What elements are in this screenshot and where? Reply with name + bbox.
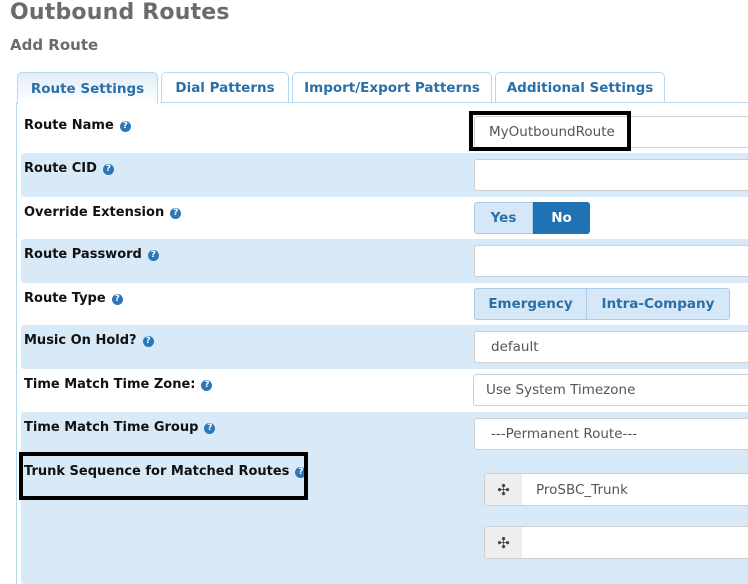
override-yes-button[interactable]: Yes — [474, 202, 533, 234]
route-password-label: Route Password? — [24, 247, 159, 262]
help-icon[interactable]: ? — [111, 294, 123, 305]
route-cid-input[interactable] — [474, 159, 748, 191]
trunk-select[interactable] — [522, 527, 536, 558]
time-group-label: Time Match Time Group? — [24, 420, 216, 435]
route-password-input[interactable] — [474, 245, 748, 277]
page-title: Outbound Routes — [10, 0, 230, 25]
route-type-buttons: Emergency Intra-Company — [474, 288, 730, 320]
override-extension-label: Override Extension? — [24, 205, 182, 220]
help-icon[interactable]: ? — [147, 250, 159, 261]
drag-handle-icon[interactable]: ✣ — [485, 527, 522, 558]
music-on-hold-row: Music On Hold?? default — [21, 325, 748, 369]
music-on-hold-select[interactable]: default — [474, 331, 748, 363]
panel-border — [16, 103, 17, 584]
override-extension-row: Override Extension? Yes No — [21, 197, 748, 239]
page-subtitle: Add Route — [10, 36, 99, 54]
help-icon[interactable]: ? — [142, 336, 154, 347]
route-type-row: Route Type? Emergency Intra-Company — [21, 283, 748, 325]
trunk-sequence-item: ✣ — [484, 526, 748, 559]
tab-import-export-patterns[interactable]: Import/Export Patterns — [292, 72, 492, 102]
time-zone-row: Time Match Time Zone:? Use System Timezo… — [21, 369, 748, 412]
time-zone-label: Time Match Time Zone:? — [24, 377, 213, 392]
intra-company-button[interactable]: Intra-Company — [587, 288, 730, 320]
route-cid-label: Route CID? — [24, 161, 114, 176]
time-zone-select[interactable]: Use System Timezone — [473, 374, 748, 406]
help-icon[interactable]: ? — [102, 164, 114, 175]
help-icon[interactable]: ? — [170, 208, 182, 219]
time-group-select[interactable]: ---Permanent Route--- — [474, 418, 748, 450]
route-type-label: Route Type? — [24, 291, 123, 306]
drag-handle-icon[interactable]: ✣ — [485, 474, 522, 505]
override-extension-toggle: Yes No — [474, 202, 590, 234]
route-cid-row: Route CID? — [21, 153, 748, 197]
highlight-box-trunk-sequence — [19, 452, 308, 500]
tab-divider — [160, 102, 748, 103]
tab-dial-patterns[interactable]: Dial Patterns — [161, 72, 289, 102]
help-icon[interactable]: ? — [201, 380, 213, 391]
trunk-select[interactable]: ProSBC_Trunk — [522, 474, 628, 505]
music-on-hold-label: Music On Hold?? — [24, 333, 154, 348]
override-no-button[interactable]: No — [533, 202, 590, 234]
help-icon[interactable]: ? — [204, 423, 216, 434]
highlight-box-route-name — [469, 111, 631, 151]
route-name-label: Route Name? — [24, 118, 131, 133]
emergency-button[interactable]: Emergency — [474, 288, 587, 320]
route-password-row: Route Password? — [21, 239, 748, 283]
tab-route-settings[interactable]: Route Settings — [17, 72, 158, 104]
help-icon[interactable]: ? — [119, 121, 131, 132]
trunk-sequence-item: ✣ ProSBC_Trunk — [484, 473, 748, 506]
tab-additional-settings[interactable]: Additional Settings — [495, 72, 665, 102]
route-name-row: Route Name? MyOutboundRoute — [21, 110, 748, 153]
